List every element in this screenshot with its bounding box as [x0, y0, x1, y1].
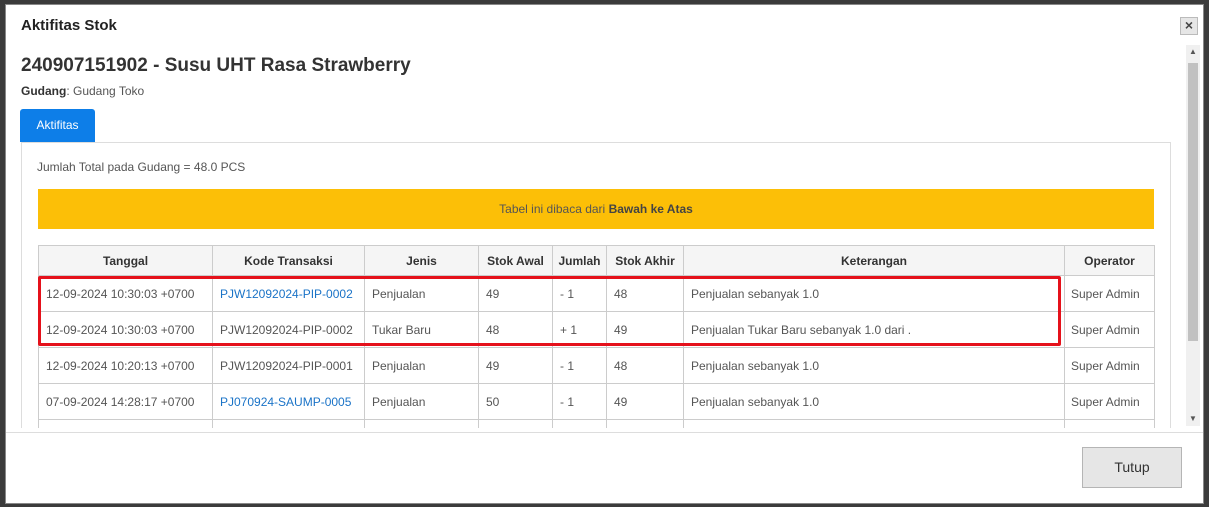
- column-header[interactable]: Keterangan: [683, 245, 1065, 276]
- table-row: [38, 419, 1155, 428]
- cell-keterangan: Penjualan sebanyak 1.0: [683, 275, 1065, 312]
- cell-operator: Super Admin: [1064, 311, 1155, 348]
- column-header[interactable]: Operator: [1064, 245, 1155, 276]
- cell-kode: PJ070924-SAUMP-0005: [212, 383, 365, 420]
- column-header[interactable]: Jenis: [364, 245, 479, 276]
- cell-keterangan: Penjualan sebanyak 1.0: [683, 383, 1065, 420]
- modal-footer: Tutup: [6, 432, 1203, 503]
- cell-empty: [552, 419, 607, 428]
- cell-jumlah: - 1: [552, 347, 607, 384]
- cell-jumlah: - 1: [552, 383, 607, 420]
- cell-jenis: Penjualan: [364, 347, 479, 384]
- cell-jumlah: - 1: [552, 275, 607, 312]
- transaction-link[interactable]: PJ070924-SAUMP-0005: [220, 395, 351, 409]
- column-header[interactable]: Stok Awal: [478, 245, 553, 276]
- warehouse-total: Jumlah Total pada Gudang = 48.0 PCS: [37, 160, 246, 174]
- scrollbar-thumb[interactable]: [1188, 63, 1198, 341]
- cell-tanggal: 12-09-2024 10:30:03 +0700: [38, 311, 213, 348]
- transaction-link[interactable]: PJW12092024-PIP-0002: [220, 287, 353, 301]
- modal-title: Aktifitas Stok: [21, 17, 117, 34]
- cell-stok-awal: 49: [478, 347, 553, 384]
- warehouse-label: Gudang: [21, 84, 67, 98]
- cell-tanggal: 12-09-2024 10:30:03 +0700: [38, 275, 213, 312]
- cell-operator: Super Admin: [1064, 275, 1155, 312]
- table-row: 12-09-2024 10:30:03 +0700 PJW12092024-PI…: [38, 275, 1155, 312]
- stock-activity-table: Tanggal Kode Transaksi Jenis Stok Awal J…: [38, 245, 1155, 428]
- warehouse-value: : Gudang Toko: [66, 84, 145, 98]
- cell-keterangan: Penjualan sebanyak 1.0: [683, 347, 1065, 384]
- product-title: 240907151902 - Susu UHT Rasa Strawberry: [21, 55, 411, 76]
- cell-stok-awal: 50: [478, 383, 553, 420]
- close-icon[interactable]: ×: [1180, 17, 1198, 35]
- cell-stok-akhir: 49: [606, 311, 684, 348]
- cell-stok-akhir: 48: [606, 275, 684, 312]
- cell-jenis: Penjualan: [364, 275, 479, 312]
- banner-text: Tabel ini dibaca dari: [499, 202, 609, 216]
- banner-bold-text: Bawah ke Atas: [608, 202, 693, 216]
- cell-jenis: Penjualan: [364, 383, 479, 420]
- cell-jenis: Tukar Baru: [364, 311, 479, 348]
- cell-kode: PJW12092024-PIP-0002: [212, 275, 365, 312]
- cell-stok-awal: 48: [478, 311, 553, 348]
- cell-jumlah: + 1: [552, 311, 607, 348]
- cell-keterangan: Penjualan Tukar Baru sebanyak 1.0 dari .: [683, 311, 1065, 348]
- cell-stok-akhir: 48: [606, 347, 684, 384]
- cell-empty: [683, 419, 1065, 428]
- close-button[interactable]: Tutup: [1082, 447, 1182, 488]
- table-row: 07-09-2024 14:28:17 +0700 PJ070924-SAUMP…: [38, 383, 1155, 420]
- cell-tanggal: 12-09-2024 10:20:13 +0700: [38, 347, 213, 384]
- cell-empty: [1064, 419, 1155, 428]
- warehouse-info: Gudang: Gudang Toko: [21, 84, 144, 98]
- cell-kode: PJW12092024-PIP-0002: [212, 311, 365, 348]
- column-header[interactable]: Jumlah: [552, 245, 607, 276]
- tab-aktifitas[interactable]: Aktifitas: [20, 109, 95, 142]
- stock-activity-modal: Aktifitas Stok × 240907151902 - Susu UHT…: [5, 4, 1204, 504]
- read-order-banner: Tabel ini dibaca dari Bawah ke Atas: [38, 189, 1154, 229]
- cell-empty: [364, 419, 479, 428]
- scrollbar[interactable]: ▲ ▼: [1186, 45, 1200, 426]
- cell-empty: [212, 419, 365, 428]
- table-header-row: Tanggal Kode Transaksi Jenis Stok Awal J…: [38, 245, 1155, 276]
- table-row: 12-09-2024 10:30:03 +0700 PJW12092024-PI…: [38, 311, 1155, 348]
- cell-empty: [478, 419, 553, 428]
- table-row: 12-09-2024 10:20:13 +0700 PJW12092024-PI…: [38, 347, 1155, 384]
- cell-operator: Super Admin: [1064, 383, 1155, 420]
- column-header[interactable]: Kode Transaksi: [212, 245, 365, 276]
- cell-kode: PJW12092024-PIP-0001: [212, 347, 365, 384]
- column-header[interactable]: Tanggal: [38, 245, 213, 276]
- cell-tanggal: 07-09-2024 14:28:17 +0700: [38, 383, 213, 420]
- modal-body[interactable]: 240907151902 - Susu UHT Rasa Strawberry …: [6, 43, 1183, 428]
- cell-empty: [606, 419, 684, 428]
- cell-empty: [38, 419, 213, 428]
- cell-operator: Super Admin: [1064, 347, 1155, 384]
- chevron-up-icon[interactable]: ▲: [1186, 45, 1200, 59]
- cell-stok-awal: 49: [478, 275, 553, 312]
- cell-stok-akhir: 49: [606, 383, 684, 420]
- column-header[interactable]: Stok Akhir: [606, 245, 684, 276]
- chevron-down-icon[interactable]: ▼: [1186, 412, 1200, 426]
